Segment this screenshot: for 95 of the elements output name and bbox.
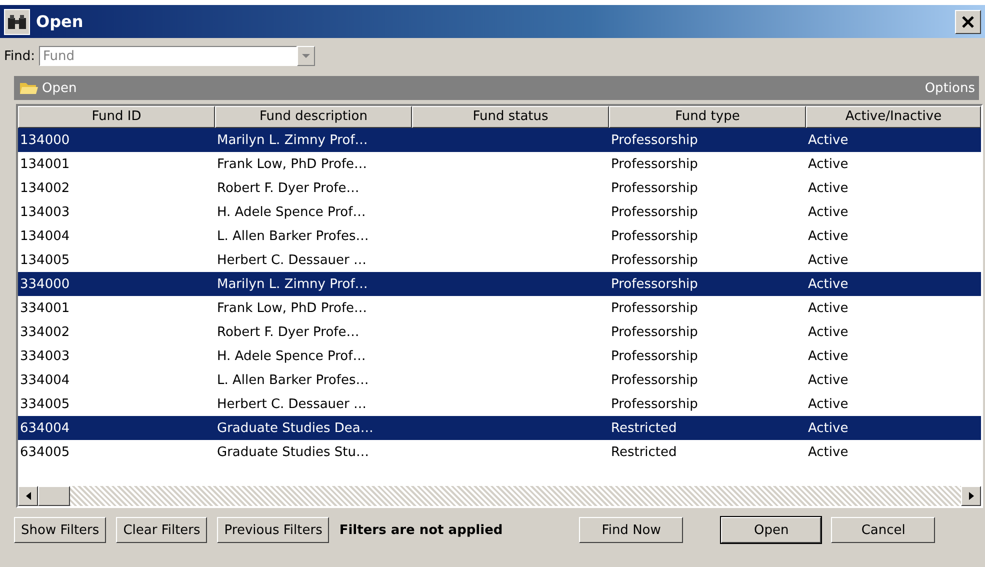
- table-cell-text: Active: [807, 156, 850, 172]
- table-cell-text: Herbert C. Dessauer …: [216, 396, 368, 412]
- table-row[interactable]: 334002 Robert F. Dyer Profe… Professorship Active: [18, 320, 981, 344]
- table-cell-text: Active: [807, 276, 850, 292]
- scroll-right-icon[interactable]: [961, 486, 981, 506]
- filter-button[interactable]: Previous Filters: [217, 517, 330, 543]
- table-cell-text: Professorship: [610, 156, 699, 172]
- table-cell-text: 134001: [19, 156, 71, 172]
- horizontal-scrollbar[interactable]: [18, 486, 981, 506]
- table-cell-text: Herbert C. Dessauer …: [216, 252, 368, 268]
- table-cell-text: Professorship: [610, 252, 699, 268]
- scroll-left-icon[interactable]: [18, 486, 38, 506]
- table-row[interactable]: 634004 Graduate Studies Dea… Restricted Active: [18, 416, 981, 440]
- table-cell-text: Active: [807, 348, 850, 364]
- table-cell-text: Restricted: [610, 444, 678, 460]
- filter-button[interactable]: Clear Filters: [116, 517, 208, 543]
- table-cell-text: Professorship: [610, 324, 699, 340]
- options-link[interactable]: Options: [924, 80, 975, 96]
- table-cell-text: 334004: [19, 372, 71, 388]
- table-cell-text: 334001: [19, 300, 71, 316]
- table-cell-text: Restricted: [610, 420, 678, 436]
- table-cell-text: Professorship: [610, 300, 699, 316]
- filter-status: Filters are not applied: [339, 522, 504, 538]
- table-row[interactable]: 334004 L. Allen Barker Profes… Professorship Active: [18, 368, 981, 392]
- table-cell-text: 134003: [19, 204, 71, 220]
- table-cell-text: 334002: [19, 324, 71, 340]
- table-cell-text: 134000: [19, 132, 71, 148]
- close-button[interactable]: [955, 10, 981, 34]
- table-cell-text: Professorship: [610, 228, 699, 244]
- table-row[interactable]: 334000 Marilyn L. Zimny Prof… Professorship Active: [18, 272, 981, 296]
- table-row[interactable]: 334001 Frank Low, PhD Profe… Professorship Active: [18, 296, 981, 320]
- table-cell-text: Active: [807, 228, 850, 244]
- folder-icon: [20, 81, 38, 95]
- table-cell-text: 634004: [19, 420, 71, 436]
- table-row[interactable]: 334003 H. Adele Spence Prof… Professorship Active: [18, 344, 981, 368]
- find-label: Find:: [4, 48, 36, 64]
- table-cell-text: Professorship: [610, 204, 699, 220]
- table-row[interactable]: 134003 H. Adele Spence Prof… Professorship Active: [18, 200, 981, 224]
- table-cell-text: Active: [807, 396, 850, 412]
- column-header[interactable]: Active/Inactive: [806, 106, 981, 128]
- table-cell-text: Active: [807, 444, 850, 460]
- table-row[interactable]: 134001 Frank Low, PhD Profe… Professorship Active: [18, 152, 981, 176]
- table-cell-text: Marilyn L. Zimny Prof…: [216, 132, 369, 148]
- table-row[interactable]: 134000 Marilyn L. Zimny Prof… Professorship Active: [18, 128, 981, 152]
- table-cell-text: Active: [807, 132, 850, 148]
- filter-button[interactable]: Show Filters: [14, 517, 106, 543]
- column-header[interactable]: Fund type: [609, 106, 806, 128]
- table-cell-text: Active: [807, 372, 850, 388]
- close-icon: [961, 14, 975, 28]
- table-cell-text: Active: [807, 300, 850, 316]
- table-row[interactable]: 634005 Graduate Studies Stu… Restricted Active: [18, 440, 981, 464]
- table-row[interactable]: 134004 L. Allen Barker Profes… Professorship Active: [18, 224, 981, 248]
- find-now-button[interactable]: Find Now: [579, 517, 684, 543]
- table-cell-text: Professorship: [610, 396, 699, 412]
- table-cell-text: Frank Low, PhD Profe…: [216, 156, 368, 172]
- table-cell-text: Active: [807, 252, 850, 268]
- cancel-button[interactable]: Cancel: [831, 517, 936, 543]
- table-cell-text: Active: [807, 324, 850, 340]
- table-cell-text: 134005: [19, 252, 71, 268]
- open-button[interactable]: Open: [721, 517, 822, 543]
- table-cell-text: Active: [807, 180, 850, 196]
- table-cell-text: Professorship: [610, 132, 699, 148]
- table-cell-text: 134002: [19, 180, 71, 196]
- open-link[interactable]: Open: [20, 80, 77, 96]
- table-cell-text: H. Adele Spence Prof…: [216, 204, 367, 220]
- table-cell-text: Graduate Studies Dea…: [216, 420, 374, 436]
- table-row[interactable]: 134005 Herbert C. Dessauer … Professorship Active: [18, 248, 981, 272]
- table-cell-text: Frank Low, PhD Profe…: [216, 300, 368, 316]
- window-title: Open: [36, 12, 84, 31]
- table-cell-text: H. Adele Spence Prof…: [216, 348, 367, 364]
- table-cell-text: L. Allen Barker Profes…: [216, 372, 370, 388]
- table-cell-text: Marilyn L. Zimny Prof…: [216, 276, 369, 292]
- column-header[interactable]: Fund ID: [18, 106, 215, 128]
- table-cell-text: Professorship: [610, 276, 699, 292]
- table-row[interactable]: 334005 Herbert C. Dessauer … Professorship Active: [18, 392, 981, 416]
- table-cell-text: 334000: [19, 276, 71, 292]
- table-cell-text: Active: [807, 420, 850, 436]
- scroll-thumb[interactable]: [38, 486, 70, 506]
- table-cell-text: 334003: [19, 348, 71, 364]
- table-cell-text: 634005: [19, 444, 71, 460]
- table-cell-text: L. Allen Barker Profes…: [216, 228, 370, 244]
- table-cell-text: Robert F. Dyer Profe…: [216, 324, 360, 340]
- binoculars-icon: [4, 8, 30, 34]
- table-row[interactable]: 134002 Robert F. Dyer Profe… Professorship Active: [18, 176, 981, 200]
- table-cell-text: 334005: [19, 396, 71, 412]
- table-cell-text: Active: [807, 204, 850, 220]
- column-header[interactable]: Fund status: [412, 106, 609, 128]
- find-field[interactable]: Fund: [39, 46, 298, 66]
- column-header[interactable]: Fund description: [215, 106, 412, 128]
- table-cell-text: Professorship: [610, 372, 699, 388]
- table-cell-text: Robert F. Dyer Profe…: [216, 180, 360, 196]
- table-cell-text: Professorship: [610, 348, 699, 364]
- table-cell-text: Graduate Studies Stu…: [216, 444, 370, 460]
- table-cell-text: 134004: [19, 228, 71, 244]
- table-cell-text: Professorship: [610, 180, 699, 196]
